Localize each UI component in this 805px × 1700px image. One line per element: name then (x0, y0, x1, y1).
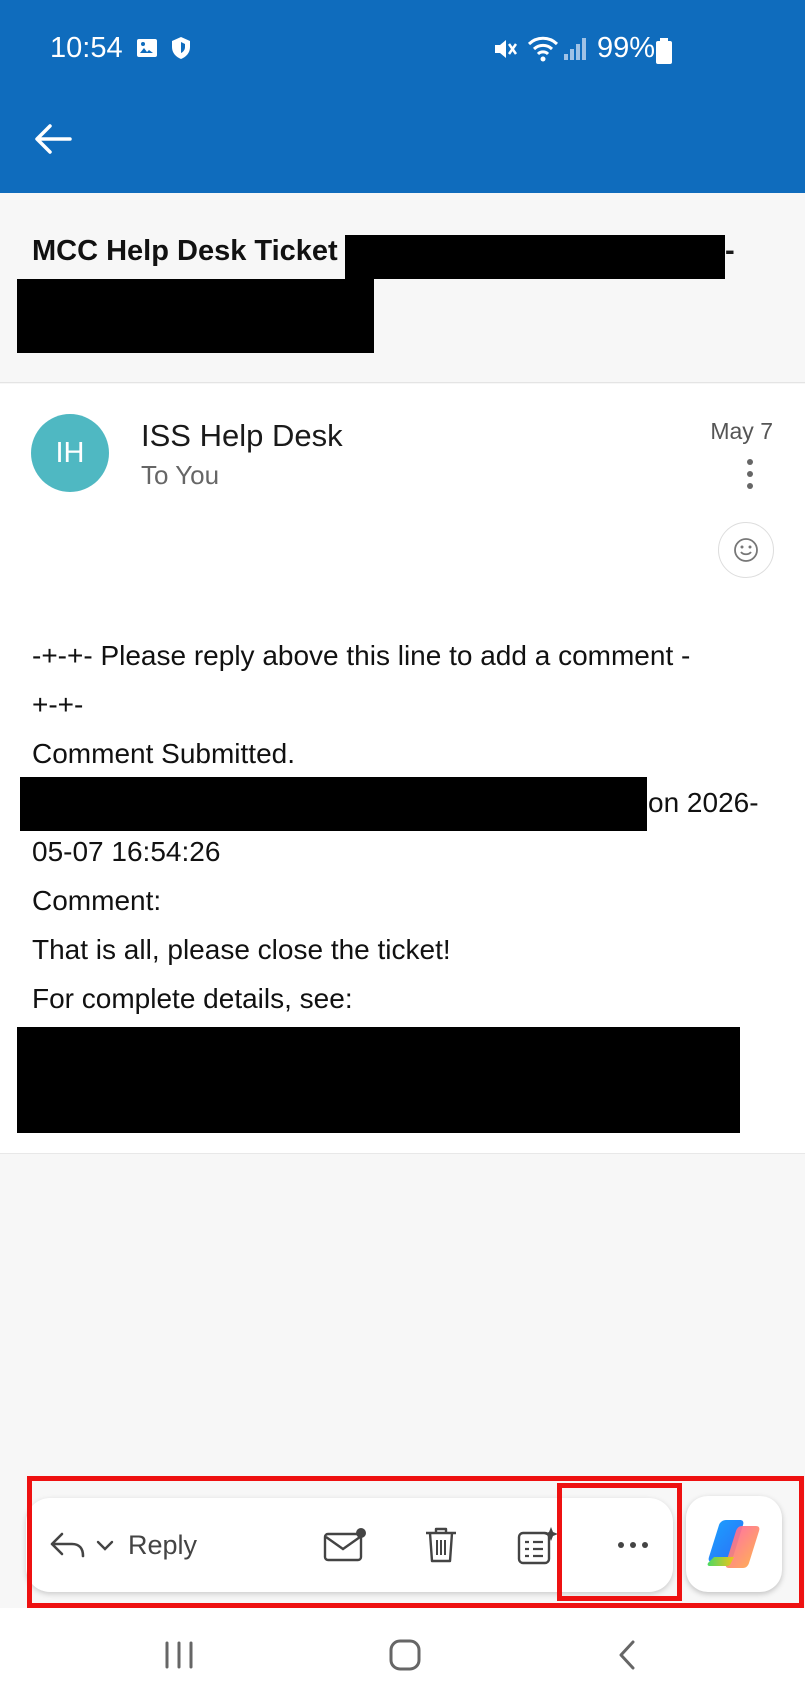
body-line: For complete details, see: (32, 983, 353, 1014)
system-nav-bar (0, 1608, 805, 1700)
status-time: 10:54 (50, 32, 123, 64)
subject-text: MCC Help Desk Ticket (32, 235, 338, 267)
home-button[interactable] (380, 1630, 430, 1680)
email-subject: MCC Help Desk Ticket - (0, 193, 805, 383)
status-bar: 10:54 99% (0, 0, 805, 100)
body-line: Comment Submitted. (32, 738, 295, 769)
back-button[interactable] (30, 115, 78, 163)
back-icon (619, 1640, 635, 1670)
signal-icon (562, 36, 588, 67)
body-line: Comment: (32, 885, 162, 916)
shield-icon (170, 36, 192, 65)
home-icon (389, 1639, 421, 1671)
app-header: 10:54 99% (0, 0, 805, 193)
redacted-link (17, 1027, 740, 1133)
nav-back-button[interactable] (603, 1630, 653, 1680)
highlight-box (27, 1476, 804, 1608)
battery-icon (655, 38, 673, 69)
arrow-left-icon (35, 124, 72, 154)
body-line: +-+- (32, 689, 84, 720)
sender-name[interactable]: ISS Help Desk (141, 418, 343, 454)
more-vertical-icon (747, 459, 753, 489)
wifi-icon (527, 36, 559, 67)
message-options-button[interactable] (738, 456, 762, 496)
avatar-initials: IH (55, 436, 85, 469)
react-button[interactable] (718, 522, 774, 578)
body-line: That is all, please close the ticket! (32, 934, 451, 965)
recipient-line[interactable]: To You (141, 460, 219, 491)
subject-suffix: - (725, 235, 735, 267)
recents-icon (165, 1641, 193, 1669)
mute-icon (492, 36, 518, 67)
message-card: IH ISS Help Desk To You May 7 -+-+- Plea… (0, 384, 805, 1154)
highlight-box (557, 1483, 682, 1601)
recents-button[interactable] (154, 1630, 204, 1680)
avatar[interactable]: IH (31, 414, 109, 492)
body-line: -+-+- Please reply above this line to ad… (32, 640, 691, 671)
gallery-icon (135, 36, 159, 65)
redacted-block (20, 777, 647, 831)
redacted-block (17, 279, 374, 353)
message-date: May 7 (710, 418, 773, 444)
smiley-icon (734, 538, 758, 562)
redacted-block (345, 235, 725, 279)
body-line: on 2026- (648, 787, 759, 818)
battery-level: 99% (597, 32, 656, 64)
body-line: 05-07 16:54:26 (32, 836, 221, 867)
